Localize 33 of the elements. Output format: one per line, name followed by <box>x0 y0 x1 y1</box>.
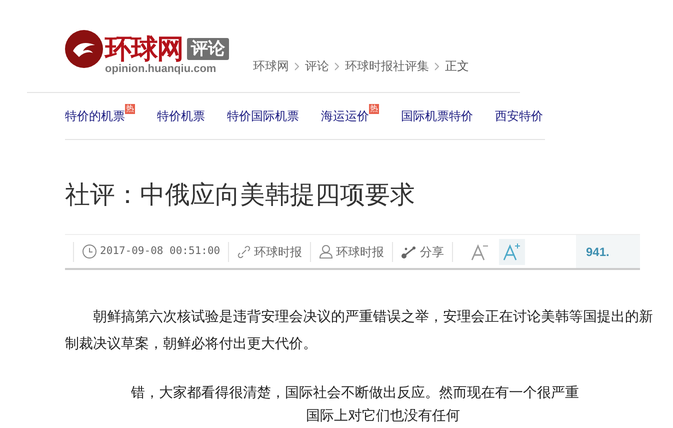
link-icon <box>237 244 252 258</box>
publish-time: 2017-09-08 00:51:00 <box>100 244 220 259</box>
paragraph-text: 朝鲜搞第六次核试验是违背安理会决议的严重错误之举，安理会正在讨论美韩等国提出的新制裁决议草案，朝鲜必将付出更大代价。 <box>65 307 654 353</box>
chevron-icon <box>434 62 440 70</box>
clock-icon <box>82 244 97 259</box>
hot-badge: 热 <box>369 104 379 114</box>
article-title: 社评：中俄应向美韩提四项要求 <box>65 180 415 211</box>
paragraph-text: 国际上对它们也没有任何 <box>306 406 460 425</box>
comment-count: 941. <box>576 235 640 268</box>
nav-link[interactable]: 西安特价 <box>495 107 543 125</box>
chevron-icon <box>294 62 300 70</box>
section-badge: 评论 <box>187 38 229 60</box>
logo-icon <box>65 30 103 68</box>
person-icon <box>319 244 334 259</box>
nav-link[interactable]: 特价国际机票 <box>227 107 299 125</box>
logo-text[interactable]: 环球网 <box>105 36 183 62</box>
breadcrumb-link[interactable]: 环球时报社评集 <box>345 57 429 75</box>
author-name: 环球时报 <box>336 244 384 260</box>
paragraph-text: 错，大家都看得很清楚，国际社会不断做出反应。然而现在有一个很严重 <box>131 383 579 402</box>
hot-badge: 热 <box>125 104 135 114</box>
breadcrumb-link[interactable]: 环球网 <box>253 57 289 75</box>
share-icon <box>401 244 418 258</box>
breadcrumb-link[interactable]: 评论 <box>305 57 329 75</box>
nav-link[interactable]: 特价机票 <box>157 107 205 125</box>
font-larger-button[interactable] <box>499 238 526 264</box>
domain-text: opinion.huanqiu.com <box>105 62 218 76</box>
source-link[interactable]: 环球时报 <box>254 242 302 260</box>
nav-link[interactable]: 海运运价 <box>321 107 369 125</box>
nav-link[interactable]: 特价的机票 <box>65 107 125 125</box>
share-button[interactable]: 分享 <box>401 242 444 260</box>
breadcrumb-link[interactable]: 正文 <box>445 57 469 75</box>
chevron-icon <box>334 62 340 70</box>
nav-link[interactable]: 国际机票特价 <box>401 107 473 125</box>
